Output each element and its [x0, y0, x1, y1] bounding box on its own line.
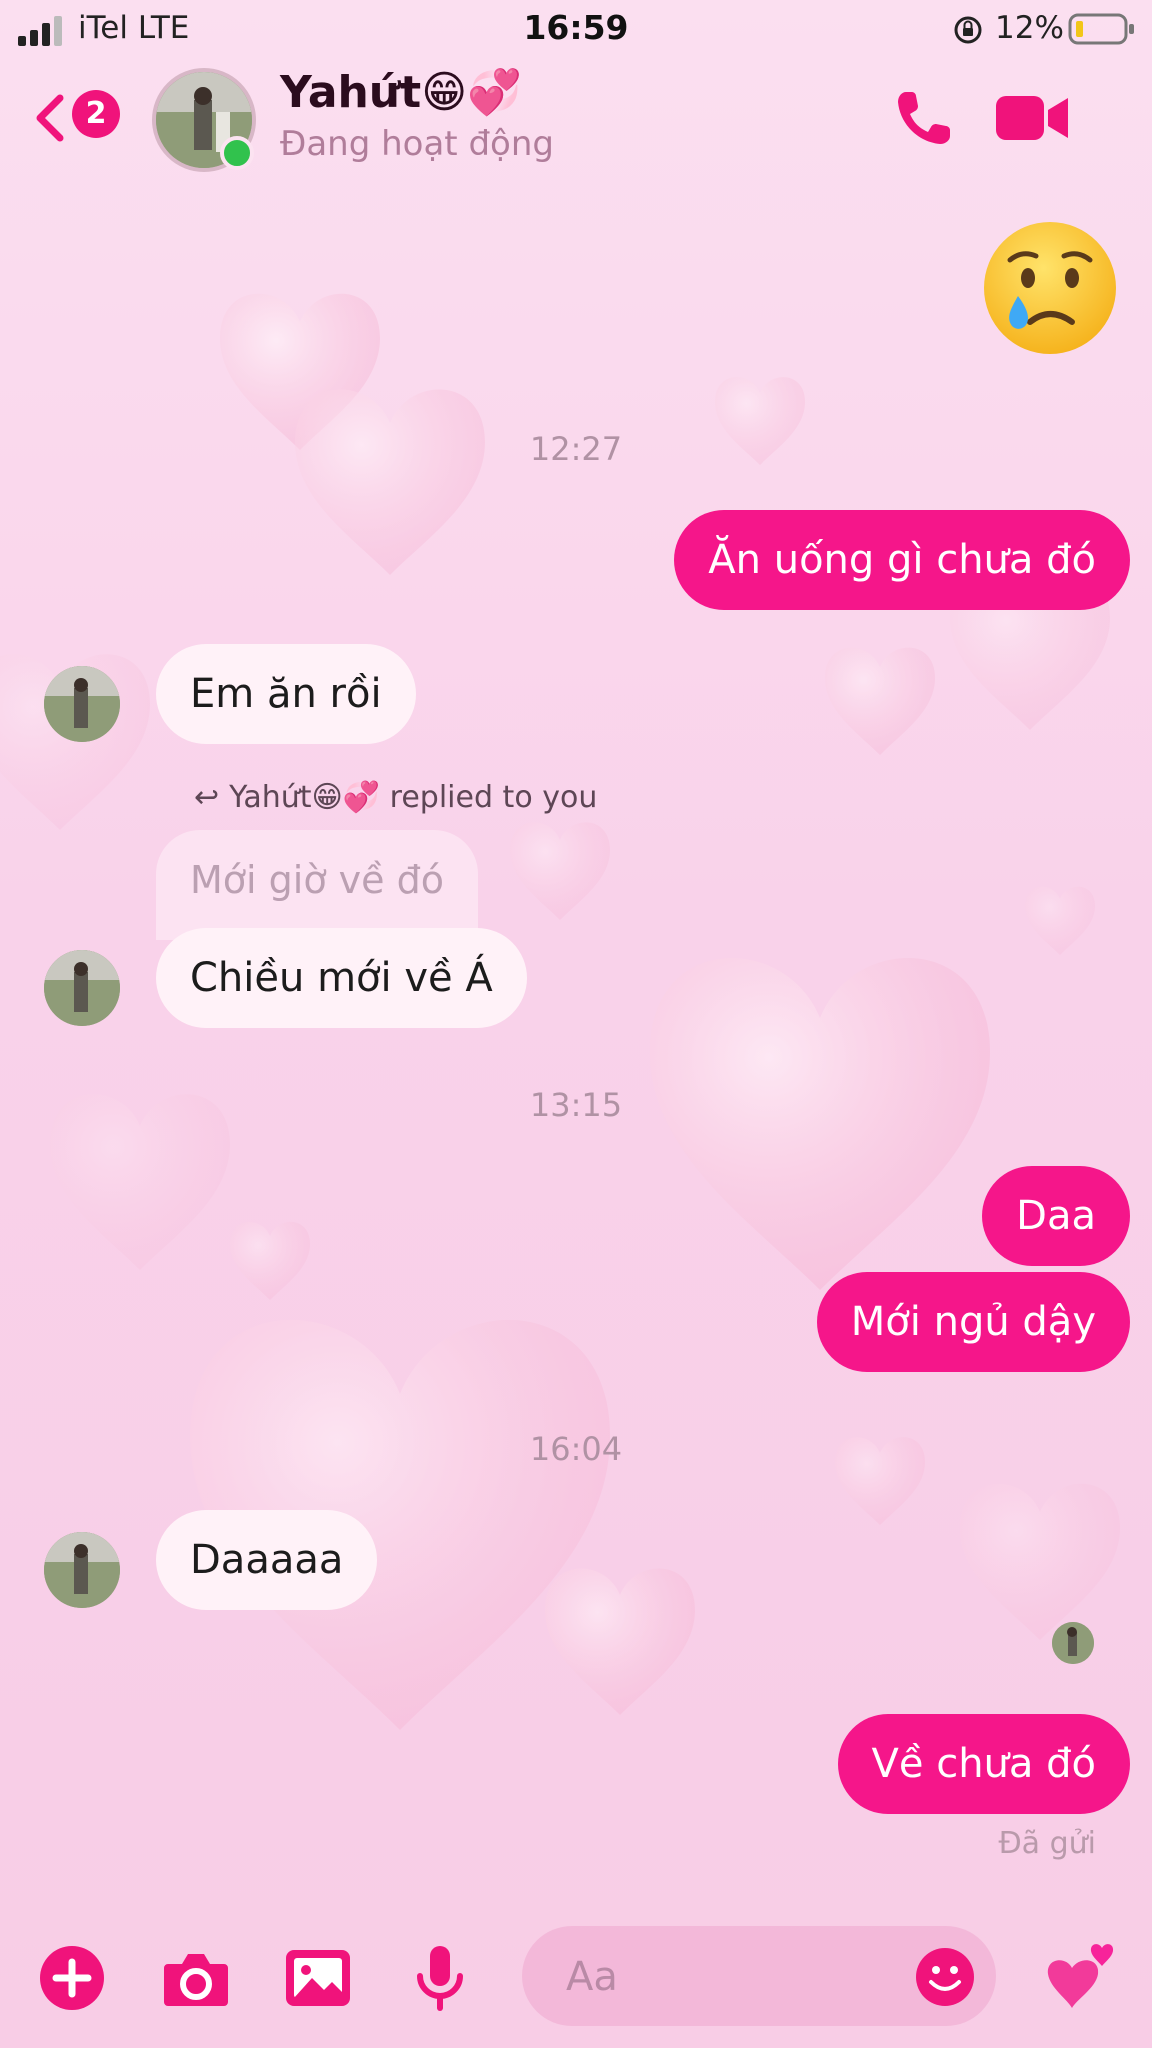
emoji-icon[interactable] [914, 1946, 976, 2008]
heart-reaction-icon[interactable] [1040, 1938, 1120, 2018]
delivery-status: Đã gửi [998, 1826, 1096, 1861]
outgoing-message[interactable]: Về chưa đó [837, 1714, 1130, 1814]
status-bar: iTel LTE 16:59 12% [0, 0, 1152, 58]
battery-percentage: 12% [995, 10, 1064, 46]
gallery-icon[interactable] [282, 1942, 354, 2014]
rotation-lock-icon [954, 16, 982, 44]
seen-indicator-avatar [1052, 1622, 1094, 1664]
sender-avatar[interactable] [44, 666, 120, 742]
crying-face-emoji[interactable] [980, 218, 1120, 358]
add-icon[interactable] [36, 1942, 108, 2014]
active-status-text: Đang hoạt động [280, 124, 554, 164]
timestamp-separator: 16:04 [529, 1430, 623, 1468]
timestamp-separator: 12:27 [529, 430, 623, 468]
input-placeholder: Aa [566, 1954, 618, 2000]
video-call-icon[interactable] [996, 90, 1070, 146]
contact-name[interactable]: Yahứt😁💞 [280, 66, 522, 118]
sender-avatar[interactable] [44, 950, 120, 1026]
reply-indicator: ↩ Yahứt😁💞 replied to you [194, 780, 597, 815]
unread-count-badge: 2 [72, 90, 120, 138]
sender-avatar[interactable] [44, 1532, 120, 1608]
outgoing-message[interactable]: Daa [982, 1166, 1130, 1266]
quoted-message[interactable]: Mới giờ về đó [156, 830, 478, 940]
microphone-icon[interactable] [404, 1942, 476, 2014]
reply-indicator-text: Yahứt😁💞 replied to you [229, 780, 598, 815]
battery-icon [1068, 13, 1134, 45]
chevron-left-icon [36, 94, 64, 142]
timestamp-separator: 13:15 [529, 1086, 623, 1124]
incoming-message[interactable]: Em ăn rồi [156, 644, 416, 744]
reply-arrow-icon: ↩ [194, 780, 220, 815]
message-input[interactable]: Aa [522, 1926, 996, 2026]
chat-header: 2 Yahứt😁💞 Đang hoạt động [0, 58, 1152, 178]
outgoing-message[interactable]: Mới ngủ dậy [816, 1272, 1130, 1372]
message-composer: Aa [0, 1920, 1152, 2030]
outgoing-message[interactable]: Ăn uống gì chưa đó [674, 510, 1130, 610]
incoming-message[interactable]: Daaaaa [156, 1510, 378, 1610]
online-status-indicator [220, 136, 254, 170]
phone-call-icon[interactable] [892, 86, 956, 150]
camera-icon[interactable] [160, 1942, 232, 2014]
incoming-message[interactable]: Chiều mới về Á [156, 928, 527, 1028]
